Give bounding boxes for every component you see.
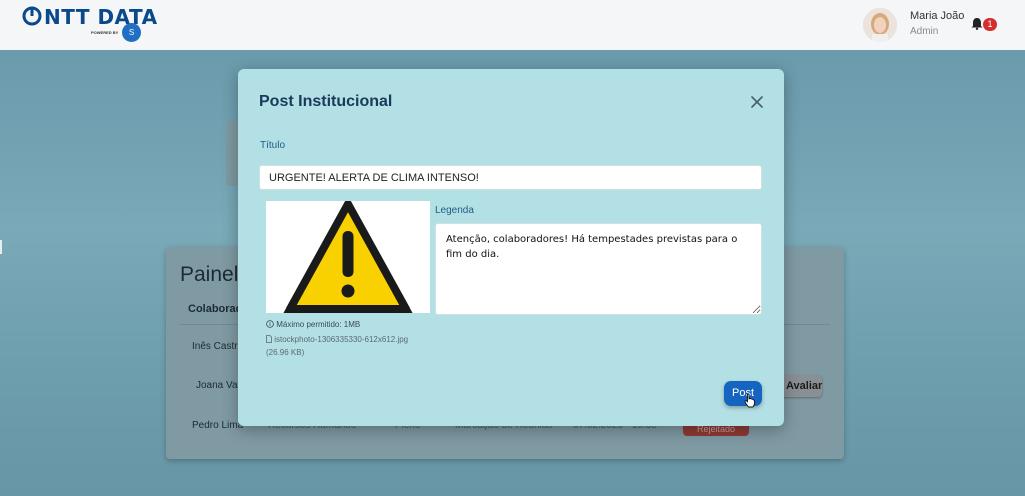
avatar[interactable] (863, 8, 897, 42)
brand-name: NTT DATA (44, 5, 158, 29)
user-role: Admin (910, 26, 939, 37)
avaliar-button[interactable]: Avaliar (780, 375, 822, 397)
warning-sign-icon (283, 201, 413, 313)
pointer-cursor-icon (744, 393, 755, 408)
bell-icon[interactable] (971, 17, 983, 30)
table-row: Joana Va (196, 380, 238, 391)
legenda-textarea[interactable]: Atenção, colaboradores! Há tempestades p… (435, 223, 762, 315)
background-edge-marker (0, 240, 2, 254)
max-size-text: Máximo permitido: 1MB (276, 320, 361, 329)
file-icon (266, 335, 272, 343)
max-size-note: Máximo permitido: 1MB (266, 320, 360, 329)
table-row: Pedro Lima (192, 420, 244, 431)
titulo-input[interactable] (259, 165, 762, 190)
ntt-logo-icon (22, 6, 42, 26)
notification-badge: 1 (983, 18, 997, 31)
titulo-label: Título (260, 140, 286, 151)
modal-title: Post Institucional (259, 93, 393, 110)
brand-subtitle: POWERED BY (91, 30, 119, 35)
post-modal: Post Institucional Título Máximo permiti… (238, 69, 784, 426)
brand-badge: S (122, 23, 141, 42)
info-icon (266, 320, 274, 328)
file-name-text: istockphoto-1306335330-612x612.jpg (274, 335, 409, 344)
table-row: Inês Castr (192, 341, 238, 352)
legenda-label: Legenda (435, 205, 474, 216)
avatar-photo-icon (863, 8, 897, 42)
user-name: Maria João (910, 10, 965, 22)
image-preview[interactable] (266, 201, 430, 313)
file-name: istockphoto-1306335330-612x612.jpg (266, 335, 408, 344)
background-panel-title: Painel (180, 263, 239, 286)
file-size: (26.96 KB) (266, 348, 305, 357)
top-bar: NTT DATA POWERED BY S Maria João Admin 1 (0, 0, 1025, 50)
close-icon[interactable] (750, 95, 764, 109)
background-column-header: Colaborad (188, 303, 243, 315)
post-button[interactable]: Post (724, 381, 762, 406)
